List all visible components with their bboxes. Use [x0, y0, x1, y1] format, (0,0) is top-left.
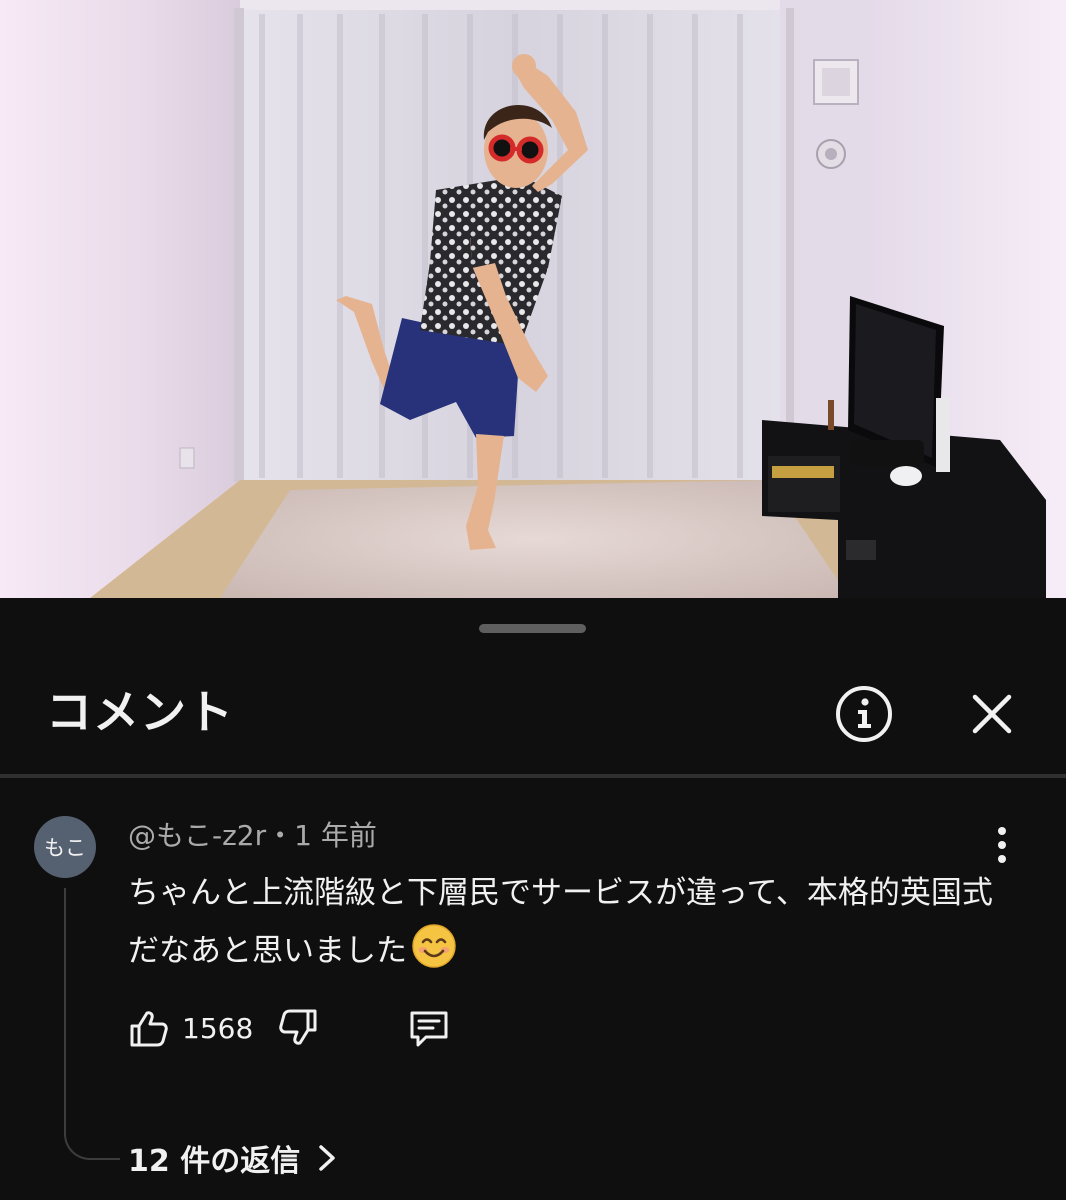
more-vertical-icon: [998, 827, 1006, 863]
replies-count-label: 12 件の返信: [128, 1144, 301, 1179]
drag-handle[interactable]: [479, 624, 586, 633]
smiling-face-icon: [412, 924, 456, 968]
like-count: 1568: [182, 1011, 254, 1045]
video-frame-image: [0, 0, 1066, 598]
video-player[interactable]: [0, 0, 1066, 598]
comment-text: ちゃんと上流階級と下層民でサービスが違って、本格的英国式だなあと思いました: [128, 875, 993, 969]
comment-author-meta[interactable]: @もこ-z2r・1 年前: [128, 816, 377, 856]
view-replies-button[interactable]: 12 件の返信: [128, 1132, 340, 1184]
close-x-icon: [972, 694, 1012, 734]
thumbs-up-icon[interactable]: [126, 1006, 170, 1050]
comments-sheet: コメント もこ @もこ-z2r・1 年前 ちゃんと上流階級と下層民でサービスが違…: [0, 600, 1066, 1200]
chevron-right-icon: [319, 1145, 335, 1171]
info-circle-icon: [836, 686, 892, 742]
thumbs-down-icon[interactable]: [277, 1006, 321, 1050]
reply-comment-icon[interactable]: [407, 1006, 451, 1050]
close-button[interactable]: [962, 684, 1022, 744]
avatar[interactable]: もこ: [34, 816, 96, 878]
more-options-button[interactable]: [984, 822, 1020, 868]
comment-actions: 1568: [126, 1004, 451, 1052]
header-divider: [0, 774, 1066, 778]
comment-body: ちゃんと上流階級と下層民でサービスが違って、本格的英国式だなあと思いました: [128, 864, 1008, 980]
comments-title: コメント: [46, 685, 234, 739]
info-button[interactable]: [834, 684, 894, 744]
thread-connector-line: [64, 888, 120, 1160]
avatar-text: もこ: [44, 836, 86, 860]
